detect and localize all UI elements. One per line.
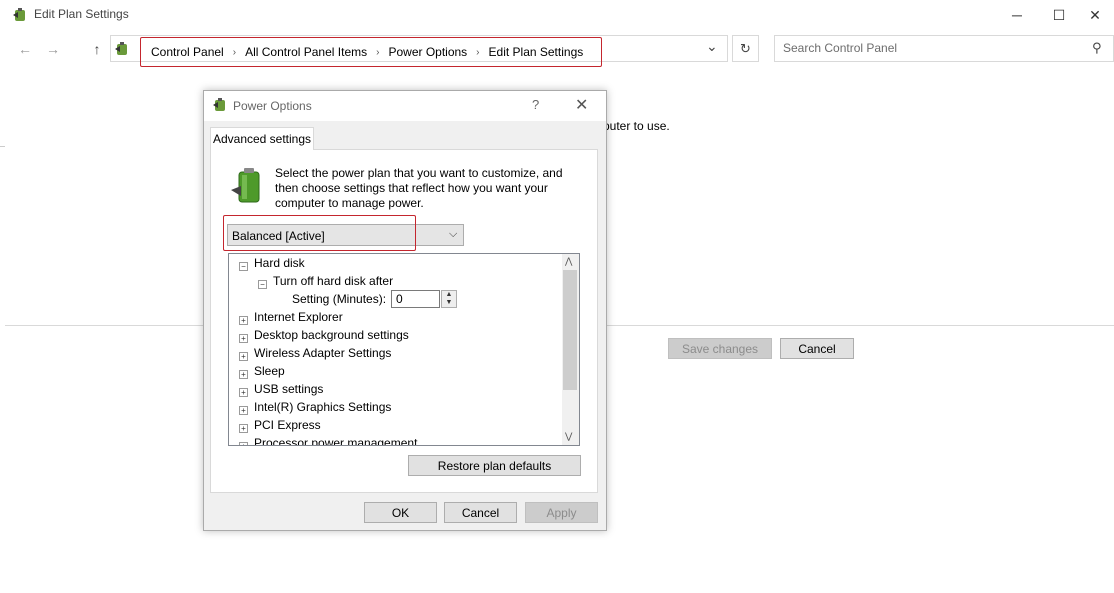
apply-button[interactable]: Apply <box>525 502 598 523</box>
battery-icon <box>231 168 260 203</box>
dialog-intro-text: Select the power plan that you want to c… <box>275 166 563 210</box>
restore-plan-defaults-button[interactable]: Restore plan defaults <box>408 455 581 476</box>
cancel-changes-button[interactable]: Cancel <box>780 338 854 359</box>
scroll-up-icon[interactable]: ⋀ <box>565 256 572 267</box>
tree-item[interactable]: Intel(R) Graphics Settings <box>254 400 391 414</box>
breadcrumb-control-panel[interactable]: Control Panel <box>151 45 224 59</box>
window-titlebar <box>0 0 1114 30</box>
minutes-stepper[interactable]: ▲ ▼ <box>441 290 457 308</box>
expand-icon[interactable]: + <box>239 352 248 361</box>
collapse-icon[interactable]: − <box>258 280 267 289</box>
ok-button[interactable]: OK <box>364 502 437 523</box>
tree-item[interactable]: PCI Express <box>254 418 321 432</box>
expand-icon[interactable]: + <box>239 424 248 433</box>
chevron-right-icon: › <box>376 46 380 58</box>
refresh-button[interactable]: ↻ <box>732 35 759 62</box>
close-window-button[interactable]: ✕ <box>1076 0 1114 30</box>
control-panel-icon <box>115 42 127 55</box>
minimize-button[interactable]: ─ <box>994 0 1040 30</box>
scrollbar-thumb[interactable] <box>563 270 577 390</box>
chevron-down-icon: ⌵ <box>449 228 458 240</box>
setting-minutes-label: Setting (Minutes): <box>292 292 387 306</box>
save-changes-button[interactable]: Save changes <box>668 338 772 359</box>
expand-icon[interactable]: + <box>239 334 248 343</box>
chevron-right-icon: › <box>232 46 237 58</box>
search-placeholder: Search Control Panel <box>783 41 898 55</box>
plan-highlight-box <box>223 215 416 251</box>
dialog-title: Power Options <box>233 99 312 113</box>
window-title: Edit Plan Settings <box>34 7 129 21</box>
tree-item-hard-disk[interactable]: Hard disk <box>254 256 305 270</box>
forward-button[interactable]: → <box>42 38 64 60</box>
breadcrumb: Control Panel › All Control Panel Items … <box>140 37 602 67</box>
expand-icon[interactable]: + <box>239 370 248 379</box>
tree-item[interactable]: Desktop background settings <box>254 328 409 342</box>
tab-advanced-settings[interactable]: Advanced settings <box>210 127 314 150</box>
breadcrumb-edit-plan-settings[interactable]: Edit Plan Settings <box>489 45 584 59</box>
tree-item[interactable]: Internet Explorer <box>254 310 343 324</box>
search-icon[interactable]: ⚲ <box>1092 40 1102 56</box>
tree-item[interactable]: Sleep <box>254 364 285 378</box>
minutes-value: 0 <box>396 292 403 306</box>
expand-icon[interactable]: + <box>239 442 248 445</box>
cancel-button[interactable]: Cancel <box>444 502 517 523</box>
back-button[interactable]: ← <box>14 38 36 60</box>
divider <box>0 146 5 147</box>
chevron-right-icon: › <box>476 46 480 58</box>
expand-icon[interactable]: + <box>239 316 248 325</box>
tree-item-turn-off-hard-disk[interactable]: Turn off hard disk after <box>273 274 393 288</box>
help-button[interactable]: ? <box>532 97 539 112</box>
tree-item[interactable]: Processor power management <box>254 436 417 445</box>
collapse-icon[interactable]: − <box>239 262 248 271</box>
tree-item[interactable]: Wireless Adapter Settings <box>254 346 391 360</box>
address-dropdown-icon[interactable]: ⌄ <box>706 38 718 55</box>
dialog-close-button[interactable]: ✕ <box>575 95 588 115</box>
up-button[interactable]: ↑ <box>86 38 108 60</box>
expand-icon[interactable]: + <box>239 388 248 397</box>
breadcrumb-all-items[interactable]: All Control Panel Items <box>245 45 367 59</box>
power-options-icon <box>13 8 25 21</box>
breadcrumb-power-options[interactable]: Power Options <box>388 45 467 59</box>
settings-tree[interactable]: − Hard disk − Turn off hard disk after S… <box>228 253 580 446</box>
power-options-icon <box>213 98 225 111</box>
background-description: puter to use. <box>603 119 670 133</box>
expand-icon[interactable]: + <box>239 406 248 415</box>
tree-item[interactable]: USB settings <box>254 382 323 396</box>
scroll-down-icon[interactable]: ⋁ <box>565 431 572 442</box>
